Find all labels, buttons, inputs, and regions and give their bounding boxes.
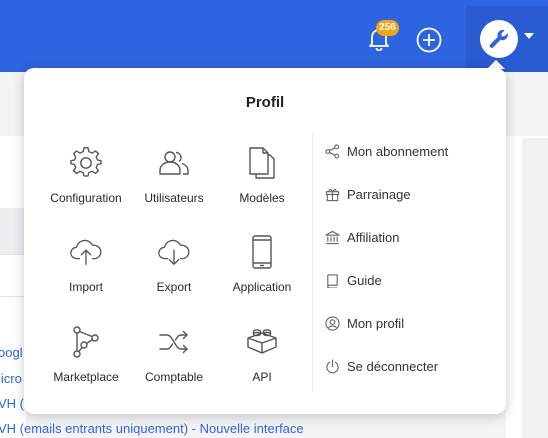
plus-circle-icon xyxy=(416,27,442,53)
background-link[interactable]: VH (emails entrants uniquement) - Nouvel… xyxy=(0,421,304,436)
wrench-icon xyxy=(489,29,508,48)
profile-dropdown: Profil Configuration Utilisateurs Modèle… xyxy=(24,68,506,414)
grid-item-label: Import xyxy=(68,280,103,294)
background-divider xyxy=(0,254,26,255)
menu-item-mon-profil[interactable]: Mon profil xyxy=(324,313,404,333)
background-row xyxy=(0,208,26,254)
grid-item-marketplace[interactable]: Marketplace xyxy=(43,325,129,395)
grid-item-export[interactable]: Export xyxy=(131,235,217,305)
grid-item-label: API xyxy=(252,370,272,384)
grid-item-utilisateurs[interactable]: Utilisateurs xyxy=(131,146,217,216)
background-link[interactable]: licro xyxy=(0,371,22,386)
dropdown-title: Profil xyxy=(245,94,285,111)
grid-item-application[interactable]: Application xyxy=(219,235,305,305)
notification-count-badge: 256 xyxy=(376,20,399,36)
nodes-icon xyxy=(69,325,103,359)
background-panel xyxy=(0,136,26,438)
grid-item-label: Configuration xyxy=(50,191,122,205)
shuffle-icon xyxy=(157,325,191,359)
grid-item-api[interactable]: API xyxy=(219,325,305,395)
documents-icon xyxy=(245,146,279,180)
background-link[interactable]: oogl xyxy=(0,345,23,360)
menu-item-mon-abonnement[interactable]: Mon abonnement xyxy=(324,141,448,161)
brick-icon xyxy=(245,325,279,359)
share-icon xyxy=(324,143,340,159)
menu-item-label: Parrainage xyxy=(347,186,411,202)
menu-item-se-deconnecter[interactable]: Se déconnecter xyxy=(324,356,438,376)
grid-item-comptable[interactable]: Comptable xyxy=(131,325,217,395)
menu-item-label: Affiliation xyxy=(347,229,400,245)
menu-item-label: Guide xyxy=(347,272,382,288)
menu-item-parrainage[interactable]: Parrainage xyxy=(324,184,411,204)
menu-item-label: Mon abonnement xyxy=(347,143,449,159)
power-icon xyxy=(324,358,340,374)
dropdown-divider xyxy=(312,132,313,392)
menu-item-label: Se déconnecter xyxy=(347,358,439,374)
menu-item-affiliation[interactable]: Affiliation xyxy=(324,227,400,247)
menu-item-guide[interactable]: Guide xyxy=(324,270,382,290)
background-divider xyxy=(0,296,26,297)
grid-item-label: Application xyxy=(232,280,292,294)
book-icon xyxy=(324,272,340,288)
grid-item-modeles[interactable]: Modèles xyxy=(219,146,305,216)
user-circle-icon xyxy=(324,315,340,331)
grid-item-label: Utilisateurs xyxy=(144,191,204,205)
users-icon xyxy=(157,146,191,180)
grid-item-label: Modèles xyxy=(239,191,285,205)
gift-icon xyxy=(324,186,340,202)
background-right-column xyxy=(522,138,548,438)
bank-icon xyxy=(324,229,340,245)
grid-item-label: Comptable xyxy=(144,370,204,384)
mobile-phone-icon xyxy=(245,235,279,269)
add-button[interactable] xyxy=(414,25,444,55)
grid-item-label: Marketplace xyxy=(53,370,119,384)
caret-down-icon xyxy=(524,33,534,39)
gear-icon xyxy=(69,146,103,180)
grid-item-configuration[interactable]: Configuration xyxy=(43,146,129,216)
settings-button[interactable] xyxy=(480,20,518,58)
cloud-download-icon xyxy=(157,235,191,269)
grid-item-label: Export xyxy=(156,280,192,294)
grid-item-import[interactable]: Import xyxy=(43,235,129,305)
cloud-upload-icon xyxy=(69,235,103,269)
menu-item-label: Mon profil xyxy=(347,315,405,331)
settings-caret[interactable] xyxy=(523,30,535,42)
